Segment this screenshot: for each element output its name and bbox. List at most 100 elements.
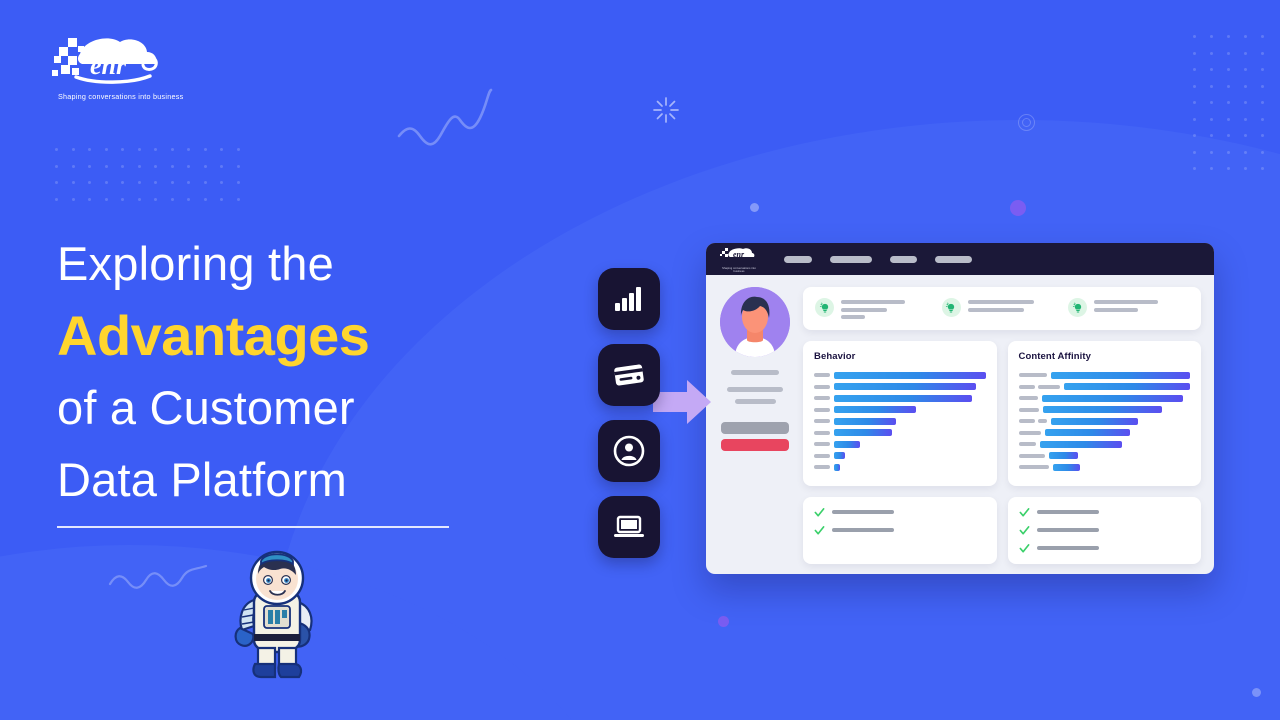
chart-bar-label <box>1018 407 1039 412</box>
chart-bar <box>834 440 860 448</box>
placeholder-line <box>1018 453 1045 458</box>
chart-bar <box>834 417 897 425</box>
chart-bar-row <box>814 463 986 471</box>
lightbulb-idea-icon <box>946 302 955 312</box>
chart-bar <box>1050 371 1190 379</box>
placeholder-line <box>1036 509 1099 515</box>
placeholder-line <box>814 396 830 400</box>
headline-line-3: of a Customer <box>57 381 355 434</box>
chart-bar-track <box>834 417 986 425</box>
chart-bar-label <box>814 396 830 400</box>
bar-chart-icon-tile[interactable] <box>598 268 660 330</box>
chart-bar <box>834 383 977 390</box>
chart-bar-track <box>1041 394 1191 402</box>
chart-card: Content Affinity <box>1007 341 1201 486</box>
chart-bar-row <box>814 406 986 414</box>
placeholder-line <box>814 419 830 423</box>
svg-text:enr: enr <box>90 51 127 80</box>
dashboard-profile-panel <box>719 287 791 564</box>
chart-bar-track <box>834 394 986 402</box>
placeholder-line <box>1037 384 1060 389</box>
chart-bar-row <box>814 371 986 379</box>
chart-bar-label <box>1018 430 1041 435</box>
dashboard-body: Behavior Content Affinity <box>706 275 1214 574</box>
chart-bar-track <box>834 383 986 390</box>
profile-placeholder-line-2 <box>727 387 783 392</box>
chart-bar-label <box>1018 396 1038 400</box>
avatar-illustration-icon <box>720 287 790 357</box>
chart-bar-row <box>1018 417 1191 425</box>
chart-bar-label <box>1018 442 1036 446</box>
credit-card-icon-tile[interactable] <box>598 344 660 406</box>
chart-bar-label <box>814 419 830 423</box>
check-icon <box>1019 507 1029 517</box>
dashboard-nav-items <box>784 255 990 263</box>
placeholder-line <box>814 453 830 458</box>
chart-bar-track <box>834 371 986 379</box>
ring-decoration-inner <box>1022 118 1031 127</box>
checklist-item <box>1019 543 1191 554</box>
chart-bar-label <box>814 407 830 412</box>
dashboard-nav-item-4[interactable] <box>935 255 972 263</box>
chart-bar-label <box>814 430 830 435</box>
dashboard-logo-tagline: Shaping conversations into business <box>722 266 756 273</box>
chart-bar-track <box>1052 463 1191 471</box>
placeholder-line <box>1018 419 1035 423</box>
dashboard-nav-item-2[interactable] <box>830 255 872 263</box>
chart-bar <box>834 452 845 459</box>
chart-bar-track <box>834 440 986 448</box>
headline-line-4: Data Platform <box>57 453 347 506</box>
chart-bar-row <box>1018 440 1191 448</box>
checklist-item <box>1019 507 1191 518</box>
charts-row: Behavior Content Affinity <box>803 341 1201 486</box>
chart-bar-track <box>1050 371 1190 379</box>
chart-bar-row <box>1018 406 1191 414</box>
chart-bar-row <box>814 417 986 425</box>
insight-text-lines <box>967 298 1063 312</box>
bar-chart-icon <box>615 287 641 311</box>
placeholder-line <box>1018 465 1049 469</box>
placeholder-line <box>967 307 1024 312</box>
enr-cloud-logo-icon: enr <box>52 38 158 84</box>
chart-bar-track <box>1048 452 1191 459</box>
white-dot-decoration-1 <box>750 203 759 212</box>
chart-bar-row <box>814 394 986 402</box>
chart-bar-label <box>814 384 830 389</box>
sparkle-icon <box>653 97 679 123</box>
chart-bar-row <box>814 440 986 448</box>
dashboard-nav-item-1[interactable] <box>784 255 812 263</box>
chart-bar-track <box>834 406 986 413</box>
placeholder-line <box>832 527 894 533</box>
checklist-card <box>803 496 997 564</box>
chart-bar-row <box>1018 394 1191 402</box>
placeholder-line <box>814 407 830 412</box>
chart-bar-row <box>1018 383 1190 391</box>
chart-bar <box>834 463 841 471</box>
lightbulb-idea-icon-badge <box>941 298 961 317</box>
chart-bar <box>1044 429 1131 436</box>
chart-bar-track <box>1050 417 1191 425</box>
headline-line-1: Exploring the <box>57 237 334 290</box>
laptop-icon-tile[interactable] <box>598 496 660 558</box>
dashboard-navbar: enr Shaping conversations into business <box>706 243 1214 275</box>
chart-bar-label <box>1018 384 1060 389</box>
check-icon <box>1019 525 1029 535</box>
user-circle-icon-tile[interactable] <box>598 420 660 482</box>
chart-bar-track <box>834 429 986 436</box>
chart-bar-track <box>1063 383 1190 390</box>
chart-bar-label <box>1018 453 1045 458</box>
placeholder-line <box>1094 300 1159 304</box>
chart-bar <box>1050 417 1139 425</box>
chart-bar-row <box>814 383 986 391</box>
brand-logo[interactable]: enr Shaping conversations into business <box>50 32 230 101</box>
laptop-icon <box>614 515 644 537</box>
placeholder-line <box>832 509 894 515</box>
checklist-card <box>1007 496 1201 564</box>
user-avatar[interactable] <box>720 287 790 357</box>
profile-danger-button[interactable] <box>721 439 789 451</box>
insight-item <box>815 298 936 319</box>
dashboard-nav-item-3[interactable] <box>890 255 917 263</box>
profile-primary-button[interactable] <box>721 422 789 434</box>
dashboard-logo[interactable]: enr Shaping conversations into business <box>720 246 758 273</box>
chart-bar-label <box>1018 419 1047 423</box>
